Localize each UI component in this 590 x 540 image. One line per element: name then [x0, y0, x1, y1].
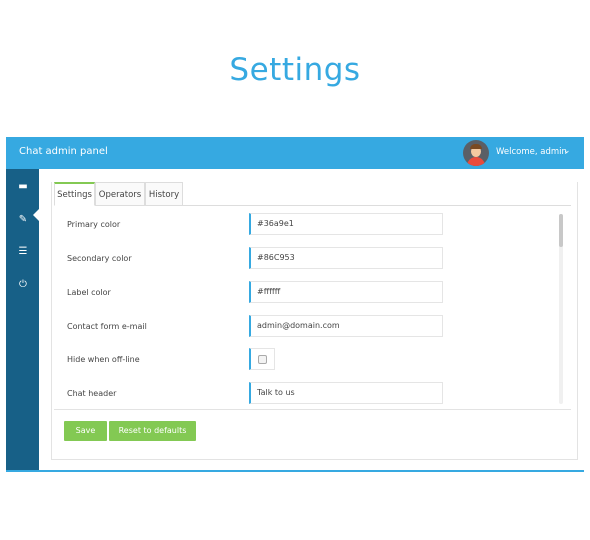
contact-email-label: Contact form e-mail [67, 322, 147, 331]
form-scrollbar[interactable] [559, 214, 563, 404]
secondary-color-input[interactable]: #86C953 [249, 247, 443, 269]
hide-offline-checkbox[interactable] [258, 355, 267, 364]
hide-offline-field [249, 348, 275, 370]
button-divider [54, 409, 571, 410]
label-color-input[interactable]: #ffffff [249, 281, 443, 303]
secondary-color-label: Secondary color [67, 254, 132, 263]
reset-defaults-button[interactable]: Reset to defaults [109, 421, 196, 441]
hide-offline-label: Hide when off-line [67, 355, 140, 364]
page-title: Settings [229, 52, 361, 88]
tab-history[interactable]: History [145, 182, 183, 206]
label-color-label: Label color [67, 288, 111, 297]
primary-color-label: Primary color [67, 220, 121, 229]
tab-operators[interactable]: Operators [95, 182, 145, 206]
scrollbar-thumb[interactable] [559, 214, 563, 247]
tab-settings[interactable]: Settings [54, 182, 95, 206]
chat-header-label: Chat header [67, 389, 117, 398]
primary-color-input[interactable]: #36a9e1 [249, 213, 443, 235]
save-button[interactable]: Save [64, 421, 107, 441]
chat-header-input[interactable]: Talk to us [249, 382, 443, 404]
settings-form: Primary color #36a9e1 Secondary color #8… [54, 206, 571, 406]
contact-email-input[interactable]: admin@domain.com [249, 315, 443, 337]
